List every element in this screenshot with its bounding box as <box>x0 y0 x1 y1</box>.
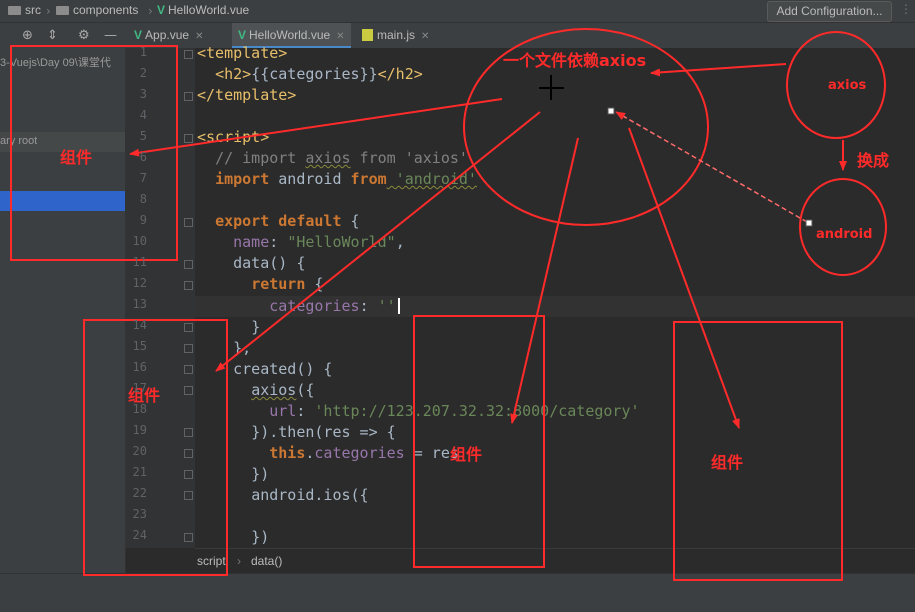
line-number: 4 <box>139 108 147 122</box>
fold-marker-icon[interactable] <box>184 323 193 332</box>
annotation-box-gutter <box>83 319 228 576</box>
line-number: 9 <box>139 213 147 227</box>
fold-marker-icon[interactable] <box>184 491 193 500</box>
line-number: 14 <box>132 318 147 332</box>
line-number: 21 <box>132 465 147 479</box>
line-number: 12 <box>132 276 147 290</box>
line-number: 7 <box>139 171 147 185</box>
annotation-top-note: 一个文件依赖axios <box>503 51 646 70</box>
line-number: 2 <box>139 66 147 80</box>
line-number: 6 <box>139 150 147 164</box>
fold-marker-icon[interactable] <box>184 470 193 479</box>
fold-marker-icon[interactable] <box>184 386 193 395</box>
line-number: 22 <box>132 486 147 500</box>
fold-marker-icon[interactable] <box>184 344 193 353</box>
line-number: 17 <box>132 381 147 395</box>
fold-marker-icon[interactable] <box>184 218 193 227</box>
selection-handle <box>607 107 615 115</box>
fold-marker-icon[interactable] <box>184 92 193 101</box>
annotation-box-right <box>673 321 843 581</box>
annotation-axios-label: axios <box>828 78 867 93</box>
annotation-android-label: android <box>816 227 872 242</box>
line-number: 10 <box>132 234 147 248</box>
line-number: 3 <box>139 87 147 101</box>
annotation-box-middle <box>413 315 545 568</box>
line-number: 15 <box>132 339 147 353</box>
selection-handle <box>805 219 813 227</box>
fold-marker-icon[interactable] <box>184 449 193 458</box>
line-number: 18 <box>132 402 147 416</box>
fold-marker-icon[interactable] <box>184 428 193 437</box>
line-number: 1 <box>139 45 147 59</box>
annotation-replace-label: 换成 <box>857 151 889 170</box>
arrow-axios-to-main <box>650 63 787 77</box>
arrow-to-gutter <box>215 111 541 372</box>
fold-marker-icon[interactable] <box>184 365 193 374</box>
fold-marker-icon[interactable] <box>184 134 193 143</box>
line-number: 24 <box>132 528 147 542</box>
annotation-component-label: 组件 <box>60 148 92 167</box>
arrow-android-to-main <box>615 111 808 223</box>
line-number: 19 <box>132 423 147 437</box>
annotation-component-label: 组件 <box>450 445 482 464</box>
line-number: 23 <box>132 507 147 521</box>
annotation-component-label: 组件 <box>711 453 743 472</box>
line-number: 13 <box>132 297 147 311</box>
fold-marker-icon[interactable] <box>184 533 193 542</box>
line-number: 5 <box>139 129 147 143</box>
line-number: 8 <box>139 192 147 206</box>
line-number: 20 <box>132 444 147 458</box>
line-number: 16 <box>132 360 147 374</box>
line-number: 11 <box>132 255 147 269</box>
annotation-box-project <box>10 45 178 261</box>
fold-marker-icon[interactable] <box>184 260 193 269</box>
fold-marker-icon[interactable] <box>184 281 193 290</box>
crosshair-cursor <box>539 75 564 100</box>
fold-marker-icon[interactable] <box>184 50 193 59</box>
arrow-to-project <box>129 98 503 157</box>
